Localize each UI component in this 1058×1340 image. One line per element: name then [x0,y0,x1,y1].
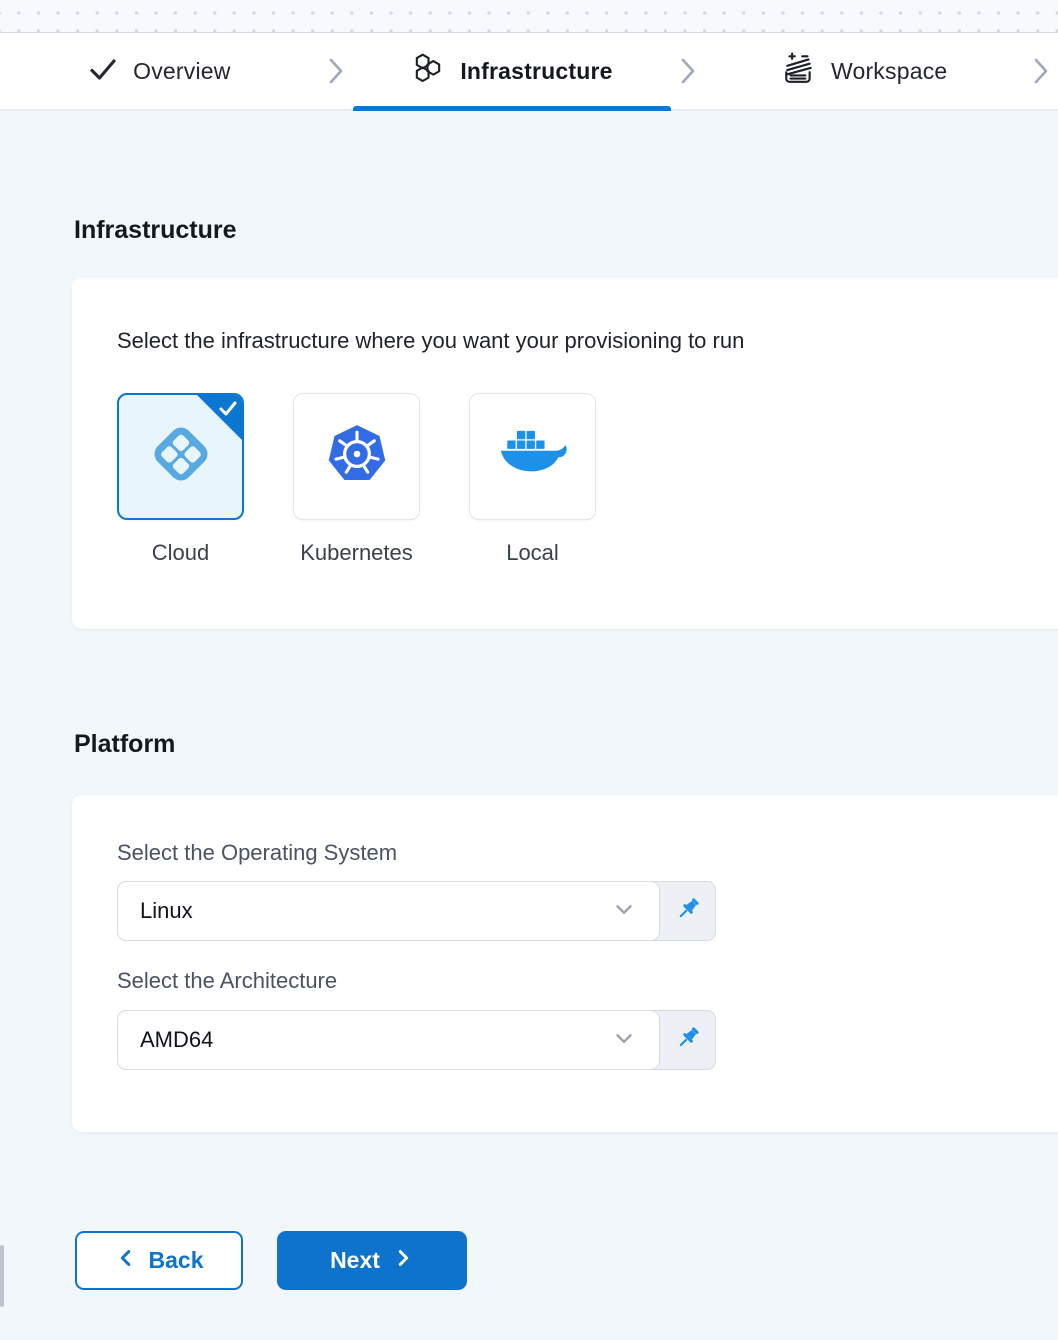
dotted-header-strip [0,0,1058,33]
infrastructure-options: Cloud [117,393,1058,566]
cloud-label: Cloud [152,540,209,566]
chevron-down-icon [611,1025,637,1056]
chevron-left-icon [115,1247,137,1275]
kubernetes-icon [324,421,390,492]
pushpin-icon [674,895,702,928]
chevron-down-icon [611,896,637,927]
platform-section-heading: Platform [74,729,1058,759]
arch-pin-button[interactable] [660,1011,715,1069]
left-scrollbar[interactable] [0,1245,4,1307]
tab-overview-label: Overview [133,58,230,85]
back-button[interactable]: Back [75,1231,243,1290]
workspace-stack-icon [782,52,816,91]
tab-workspace-label: Workspace [831,58,947,85]
os-select-value: Linux [140,898,611,924]
tab-infrastructure[interactable]: Infrastructure [353,33,672,109]
os-select-group: Linux [117,881,716,941]
option-cloud: Cloud [117,393,244,566]
wizard-steps-nav: Overview Infrastructure [0,33,1058,111]
option-kubernetes: Kubernetes [293,393,420,566]
footer-actions: Back Next [75,1231,1058,1290]
hexagons-icon [411,52,445,91]
infrastructure-prompt: Select the infrastructure where you want… [117,328,1058,354]
docker-icon [497,427,569,486]
arch-select[interactable]: AMD64 [117,1010,660,1070]
option-local: Local [469,393,596,566]
os-select-label: Select the Operating System [117,840,1058,866]
back-button-label: Back [149,1247,204,1274]
os-select[interactable]: Linux [117,881,660,941]
check-icon [88,54,118,89]
next-button-label: Next [330,1247,380,1274]
pushpin-icon [674,1024,702,1057]
kubernetes-label: Kubernetes [300,540,413,566]
tab-workspace[interactable]: Workspace [705,33,1024,109]
local-label: Local [506,540,559,566]
chevron-right-icon [392,1247,414,1275]
chevron-right-icon [671,33,705,109]
chevron-right-icon [1024,33,1058,109]
arch-select-label: Select the Architecture [117,968,1058,994]
platform-panel: Select the Operating System Linux [72,795,1058,1132]
arch-select-value: AMD64 [140,1027,611,1053]
infrastructure-panel: Select the infrastructure where you want… [72,278,1058,629]
local-tile[interactable] [469,393,596,520]
arch-select-group: AMD64 [117,1010,716,1070]
tab-infrastructure-label: Infrastructure [460,58,612,85]
chevron-right-icon [319,33,353,109]
kubernetes-tile[interactable] [293,393,420,520]
next-button[interactable]: Next [277,1231,467,1290]
os-pin-button[interactable] [660,882,715,940]
cloud-tile[interactable] [117,393,244,520]
tab-overview[interactable]: Overview [0,33,319,109]
cloud-provisioner-icon [142,415,220,498]
infrastructure-section-heading: Infrastructure [74,215,1058,245]
